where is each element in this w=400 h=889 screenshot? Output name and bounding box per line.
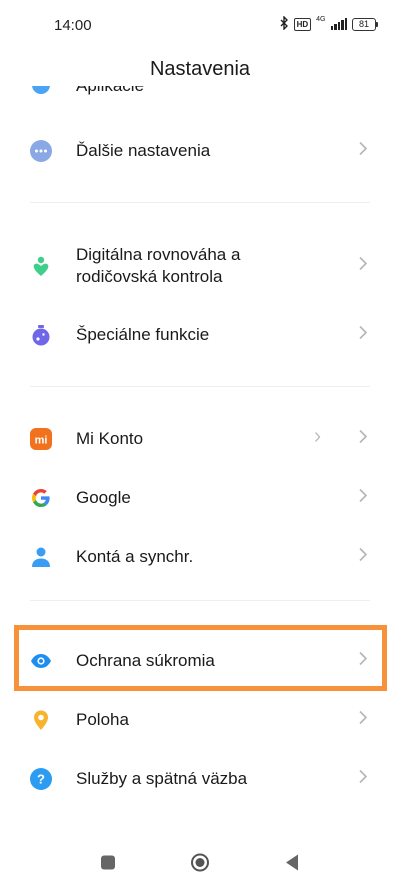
google-logo-icon [30, 487, 52, 509]
status-icons: HD 4G 81 [280, 15, 378, 32]
mi-logo-icon: mi [30, 428, 52, 450]
settings-item-apps[interactable]: Aplikácie [30, 86, 370, 100]
status-time: 14:00 [54, 17, 92, 34]
settings-item-label: Aplikácie [76, 86, 144, 96]
settings-item-more-settings[interactable]: Ďalšie nastavenia [0, 122, 400, 180]
chevron-right-icon [358, 325, 368, 346]
chevron-right-icon [358, 488, 368, 509]
location-pin-icon [30, 709, 52, 731]
chevron-right-icon [358, 710, 368, 731]
mi-logo-text: mi [35, 435, 48, 447]
accounts-icon [30, 546, 52, 568]
battery-icon: 81 [352, 17, 378, 31]
help-glyph: ? [37, 772, 45, 787]
settings-item-label: Mi Konto [76, 429, 144, 448]
recents-square-icon[interactable] [100, 854, 116, 875]
apps-icon [32, 86, 50, 94]
settings-item-special-features[interactable]: Špeciálne funkcie [0, 306, 400, 364]
hd-icon: HD [293, 17, 312, 31]
section-divider [30, 386, 370, 387]
bluetooth-icon [280, 15, 289, 32]
settings-item-label: Poloha [76, 710, 129, 729]
settings-item-location[interactable]: Poloha [0, 691, 400, 749]
settings-item-label: Digitálna rovnováha a rodičovská kontrol… [76, 244, 240, 288]
chevron-right-icon [358, 141, 368, 162]
section-divider [30, 600, 370, 601]
page-title: Nastavenia [149, 58, 251, 80]
chevron-right-icon [358, 429, 368, 450]
settings-item-mi-account[interactable]: mi Mi Konto [0, 410, 400, 468]
wellbeing-icon [30, 255, 52, 277]
special-features-icon [30, 324, 52, 346]
settings-item-digital-wellbeing[interactable]: Digitálna rovnováha a rodičovská kontrol… [0, 235, 400, 297]
section-divider [30, 202, 370, 203]
chevron-right-icon [358, 769, 368, 790]
help-icon: ? [30, 768, 52, 790]
signal-icon [330, 18, 347, 30]
more-dots-icon [30, 140, 52, 162]
home-circle-icon[interactable] [190, 852, 210, 877]
settings-item-services-feedback[interactable]: ? Služby a spätná väzba [0, 750, 400, 808]
settings-item-label: Špeciálne funkcie [76, 325, 210, 344]
battery-level: 81 [352, 17, 376, 31]
settings-item-label: Služby a spätná väzba [76, 769, 248, 788]
status-bar: 14:00 HD 4G 81 [0, 0, 400, 50]
settings-item-label-line2: rodičovská kontrola [76, 267, 223, 286]
small-chevron-icon [314, 430, 321, 448]
navigation-bar [0, 840, 400, 889]
network-type: 4G [316, 15, 326, 23]
settings-item-accounts-sync[interactable]: Kontá a synchr. [0, 528, 400, 586]
back-triangle-icon[interactable] [284, 853, 300, 876]
settings-item-label: Ďalšie nastavenia [76, 141, 211, 160]
settings-item-label: Kontá a synchr. [76, 547, 194, 566]
settings-item-label: Google [76, 488, 131, 507]
settings-item-label-line1: Digitálna rovnováha a [76, 245, 241, 264]
settings-item-google[interactable]: Google [0, 469, 400, 527]
highlight-box [14, 625, 387, 691]
chevron-right-icon [358, 256, 368, 277]
chevron-right-icon [358, 547, 368, 568]
